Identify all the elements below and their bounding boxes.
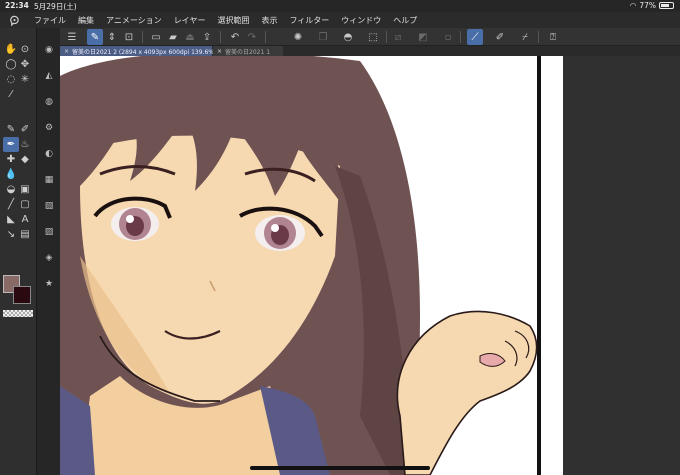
canvas-area[interactable]	[60, 56, 680, 475]
pen-mode-icon[interactable]: ✎	[87, 29, 103, 45]
status-date: 5月29日(土)	[34, 2, 77, 11]
status-bar: 22:34 5月29日(土) ◠ 77%	[0, 0, 680, 12]
battery-icon	[659, 2, 674, 9]
canvas-illustration[interactable]	[60, 56, 680, 475]
menu-view[interactable]: 表示	[255, 15, 283, 26]
undo-icon[interactable]: ↶	[227, 29, 243, 45]
eyedropper-icon[interactable]: ⁄	[3, 87, 19, 102]
pencil-icon[interactable]: ✐	[17, 122, 33, 137]
eraser-icon[interactable]: ◆	[17, 152, 33, 167]
help-icon[interactable]: ⍰	[545, 29, 561, 45]
tab-document-1[interactable]: × 留美の日2021 1	[213, 46, 283, 56]
balloon-icon[interactable]: ▤	[17, 227, 33, 242]
copy-icon[interactable]: ❐	[315, 29, 331, 45]
hamburger-icon[interactable]: ☰	[64, 29, 80, 45]
layer-property-icon[interactable]: ▧	[41, 198, 57, 213]
snap-special-icon[interactable]: ◩	[415, 29, 431, 45]
redo-icon[interactable]: ↷	[244, 29, 260, 45]
menu-selection[interactable]: 選択範囲	[211, 15, 255, 26]
menu-animation[interactable]: アニメーション	[100, 15, 168, 26]
sub-tool-icon[interactable]: ◭	[41, 68, 57, 83]
gradient-icon[interactable]: ▣	[17, 182, 33, 197]
text-icon[interactable]: A	[17, 212, 33, 227]
tab-document-2[interactable]: × 留美の日2021 2 (2894 x 4093px 600dpi 139.6…	[60, 46, 216, 56]
blend-icon[interactable]: 💧	[3, 167, 19, 182]
frame-icon[interactable]: ▢	[17, 197, 33, 212]
fill-bucket-icon[interactable]: ◓	[340, 29, 356, 45]
stroke-correct-icon[interactable]: ⟋	[467, 29, 483, 45]
tab-label: 留美の日2021 2 (2894 x 4093px 600dpi 139.6%)	[72, 48, 217, 56]
color-history-icon[interactable]: ▦	[41, 172, 57, 187]
command-bar: ☰ ✎ ⇕ ⊡ ▭ ▰ ⏏ ⇪ ↶ ↷ ✺ ❐ ◓ ⬚ ⧄ ◩ ▫ ⟋ ✐ ⌿ …	[60, 28, 680, 46]
sub-color-swatch[interactable]	[13, 286, 31, 304]
menu-window[interactable]: ウィンドウ	[335, 15, 387, 26]
operation-icon[interactable]: ✥	[17, 57, 33, 72]
menu-filter[interactable]: フィルター	[283, 15, 335, 26]
battery-percent: 77%	[639, 1, 656, 10]
color-wheel-icon[interactable]: ◐	[41, 146, 57, 161]
new-document-icon[interactable]: ▭	[148, 29, 164, 45]
airbrush-icon[interactable]: ♨	[17, 137, 33, 152]
tool-property-icon[interactable]: ⚙	[41, 120, 57, 135]
home-indicator[interactable]	[250, 466, 430, 470]
magic-wand-icon[interactable]: ✳	[17, 72, 33, 87]
close-icon[interactable]: ×	[64, 48, 69, 55]
menu-file[interactable]: ファイル	[28, 15, 72, 26]
material-icon[interactable]: ▨	[41, 224, 57, 239]
menu-edit[interactable]: 編集	[72, 15, 100, 26]
wifi-icon: ◠	[629, 1, 637, 10]
favorite-icon[interactable]: ★	[41, 276, 57, 291]
menu-help[interactable]: ヘルプ	[387, 15, 423, 26]
line-correct-icon[interactable]: ⌿	[517, 29, 533, 45]
palette-strip: ◉ ◭ ◍ ⚙ ◐ ▦ ▧ ▨ ◈ ★	[36, 28, 60, 475]
transform-icon[interactable]: ⬚	[365, 29, 381, 45]
snap-grid-icon[interactable]: ▫	[440, 29, 456, 45]
tool-palette: ✋ ⊙ ◯ ✥ ◌ ✳ ⁄ ✎ ✐ ✒ ♨ ✚ ◆ 💧 ◒ ▣ ╱ ▢ ◣ A …	[0, 28, 36, 475]
status-time: 22:34	[5, 1, 29, 10]
status-right: ◠ 77%	[630, 1, 674, 10]
save-icon[interactable]: ⏏	[182, 29, 198, 45]
menu-bar: ファイル 編集 アニメーション レイヤー 選択範囲 表示 フィルター ウィンドウ…	[0, 12, 680, 28]
open-folder-icon[interactable]: ▰	[165, 29, 181, 45]
transparent-color-swatch[interactable]	[3, 310, 33, 317]
navigator-icon[interactable]: ◉	[41, 42, 57, 57]
brush-size-icon[interactable]: ◍	[41, 94, 57, 109]
layers-icon[interactable]: ◈	[41, 250, 57, 265]
brush-stroke-icon[interactable]: ✐	[492, 29, 508, 45]
chevron-updown-icon[interactable]: ⇕	[104, 29, 120, 45]
spinner-icon[interactable]: ✺	[290, 29, 306, 45]
app-logo-icon[interactable]	[0, 15, 28, 26]
zoom-icon[interactable]: ⊙	[17, 42, 33, 57]
tab-label: 留美の日2021 1	[225, 48, 271, 56]
quick-access-icon[interactable]: ⊡	[121, 29, 137, 45]
close-icon[interactable]: ×	[217, 48, 222, 55]
export-icon[interactable]: ⇪	[199, 29, 215, 45]
menu-layer[interactable]: レイヤー	[168, 15, 212, 26]
document-tabs: × 留美の日2021 2 (2894 x 4093px 600dpi 139.6…	[60, 46, 680, 56]
snap-ruler-icon[interactable]: ⧄	[390, 29, 406, 45]
